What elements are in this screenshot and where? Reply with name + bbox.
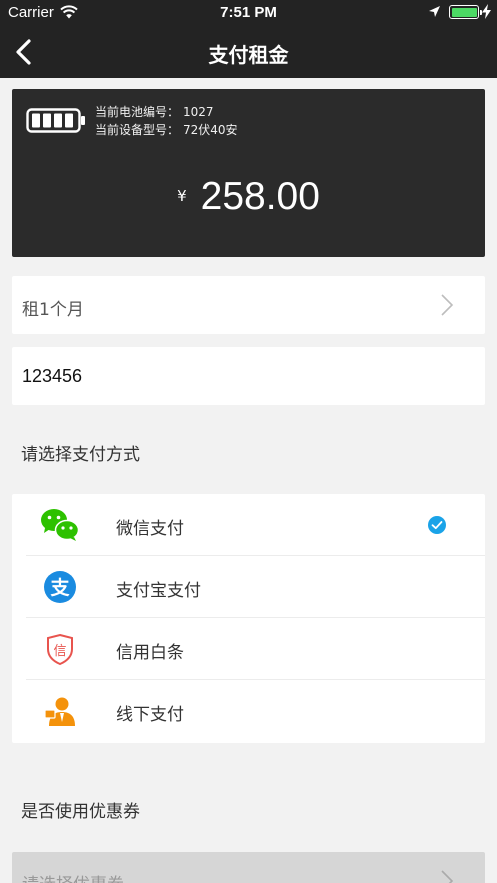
device-model-label: 当前设备型号：: [95, 123, 180, 137]
alipay-icon: 支: [44, 571, 76, 603]
payment-option-label: 微信支付: [116, 519, 184, 539]
battery-number-label: 当前电池编号：: [95, 105, 180, 119]
code-input-row: [12, 347, 485, 405]
battery-info-card: 当前电池编号： 1027 当前设备型号： 72伏40安 ¥258.00: [12, 89, 485, 257]
chevron-right-icon: [441, 294, 454, 316]
chevron-right-icon: [441, 870, 454, 883]
checkmark-selected-icon: [428, 516, 446, 534]
device-model-line: 当前设备型号： 72伏40安: [95, 121, 238, 138]
payment-option-wechat[interactable]: 微信支付: [12, 494, 485, 556]
svg-text:信: 信: [53, 644, 66, 659]
payment-option-offline[interactable]: 线下支付: [12, 680, 485, 742]
page-title: 支付租金: [208, 43, 289, 67]
amount-value: 258.00: [200, 175, 320, 218]
wechat-icon: [41, 509, 80, 541]
payment-section-title: 请选择支付方式: [21, 445, 140, 465]
rent-amount: ¥258.00: [12, 175, 485, 219]
coupon-placeholder: 请选择优惠券: [22, 870, 124, 883]
offline-person-icon: [44, 697, 75, 726]
rent-plan-label: 租1个月: [22, 300, 84, 320]
payment-method-list: 微信支付 支 支付宝支付 信 信用白条 线下支付: [12, 494, 485, 743]
charging-bolt-icon: [482, 4, 491, 19]
location-arrow-icon: [429, 6, 440, 17]
payment-option-label: 支付宝支付: [116, 581, 201, 601]
device-model-value: 72伏40安: [183, 123, 238, 137]
coupon-selector[interactable]: 请选择优惠券: [12, 852, 485, 883]
payment-option-credit[interactable]: 信 信用白条: [12, 618, 485, 680]
nav-bar: 支付租金: [0, 26, 497, 78]
payment-option-label: 信用白条: [116, 643, 184, 663]
svg-text:支: 支: [49, 577, 70, 599]
currency-symbol: ¥: [177, 187, 187, 205]
battery-full-icon: [26, 108, 85, 133]
payment-option-alipay[interactable]: 支 支付宝支付: [12, 556, 485, 618]
battery-number-value: 1027: [183, 105, 214, 119]
credit-shield-icon: 信: [47, 633, 73, 666]
payment-option-label: 线下支付: [116, 705, 184, 725]
status-time: 7:51 PM: [220, 4, 277, 21]
battery-indicator-icon: [449, 5, 482, 19]
code-input[interactable]: [22, 362, 462, 390]
status-bar: Carrier 7:51 PM: [0, 0, 497, 26]
battery-number-line: 当前电池编号： 1027: [95, 103, 214, 120]
rent-plan-selector[interactable]: 租1个月: [12, 276, 485, 334]
coupon-section-title: 是否使用优惠券: [21, 802, 140, 822]
